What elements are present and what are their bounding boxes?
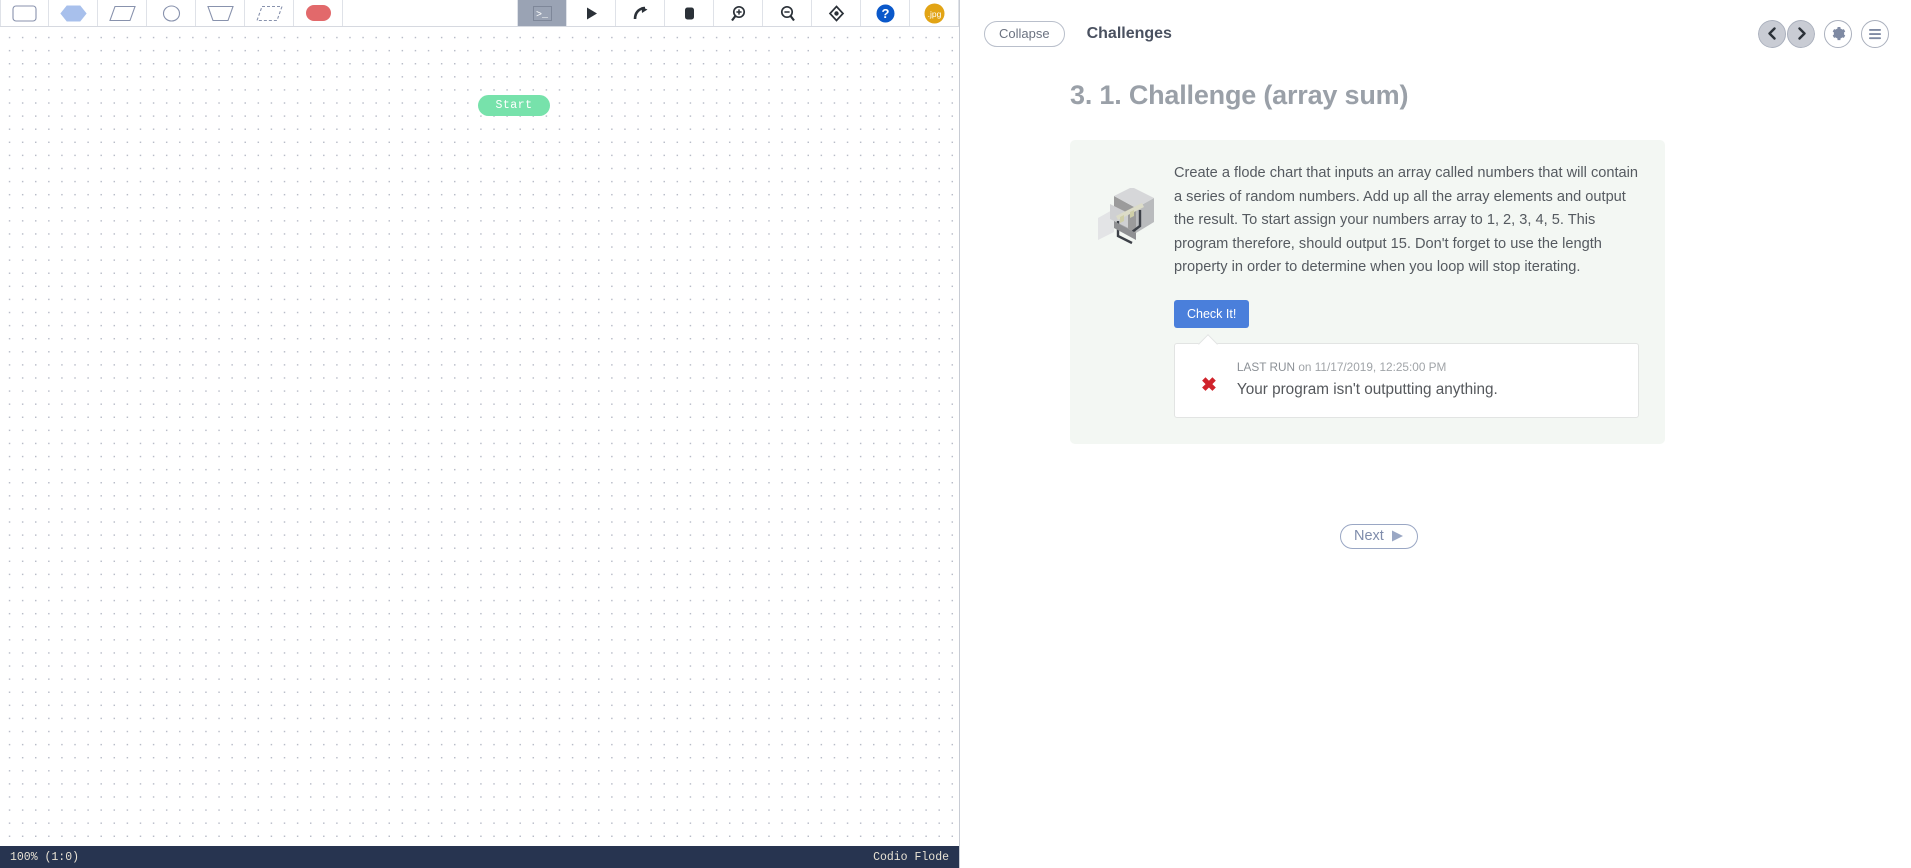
next-challenge-button[interactable] [1787, 19, 1815, 48]
hamburger-menu-icon [1869, 28, 1881, 39]
challenge-result-box: ✖ LAST RUN on 11/17/2019, 12:25:00 PM Yo… [1174, 342, 1639, 418]
jpg-icon: .jpg [924, 3, 944, 23]
start-node[interactable]: Start [478, 95, 550, 116]
comment-shape-tool[interactable] [245, 0, 294, 26]
output-shape-tool[interactable] [196, 0, 245, 26]
step-button[interactable] [616, 0, 665, 26]
svg-text:?: ? [881, 6, 889, 21]
export-jpg-button[interactable]: .jpg [910, 0, 959, 26]
next-button-row: Next [960, 523, 1911, 549]
zoom-in-button[interactable] [714, 0, 763, 26]
collapse-button[interactable]: Collapse [984, 20, 1065, 47]
challenge-card-content: Create a flode chart that inputs an arra… [1174, 162, 1639, 418]
question-mark-icon: ? [876, 4, 894, 22]
play-icon [586, 7, 597, 19]
isometric-room-icon [1098, 187, 1154, 245]
zoom-level-indicator: 100% (1:0) [10, 850, 80, 864]
zoom-out-button[interactable] [763, 0, 812, 26]
last-run-timestamp: 11/17/2019, 12:25:00 PM [1314, 359, 1447, 374]
curved-arrow-icon [633, 6, 647, 19]
next-button-label: Next [1354, 528, 1384, 545]
run-button[interactable] [567, 0, 616, 26]
settings-button[interactable] [1824, 19, 1852, 48]
last-run-label: LAST RUN [1236, 359, 1296, 374]
last-run-meta: LAST RUN on 11/17/2019, 12:25:00 PM [1237, 360, 1498, 374]
magnifier-minus-icon [780, 5, 795, 21]
toolbar-spacer [343, 0, 518, 26]
stop-button[interactable] [665, 0, 714, 26]
red-x-icon: ✖ [1201, 374, 1217, 396]
challenge-title: 3. 1. Challenge (array sum) [1070, 80, 1409, 110]
parallelogram-icon [108, 5, 136, 21]
editor-status-bar: 100% (1:0) Codio Flode [0, 846, 959, 868]
panel-title: Challenges [1086, 24, 1172, 42]
play-triangle-icon [1391, 530, 1403, 542]
challenge-description: Create a flode chart that inputs an arra… [1174, 165, 1639, 276]
end-shape-tool[interactable] [294, 0, 343, 26]
result-details: LAST RUN on 11/17/2019, 12:25:00 PM Your… [1237, 360, 1498, 399]
hexagon-icon [59, 5, 87, 21]
help-button[interactable]: ? [861, 0, 910, 26]
dashed-parallelogram-icon [255, 5, 283, 21]
connector-shape-tool[interactable] [147, 0, 196, 26]
challenges-panel: Collapse Challenges 3. 1. Challenge (arr… [960, 0, 1911, 868]
trapezoid-icon [206, 5, 234, 21]
challenge-card: Create a flode chart that inputs an arra… [1070, 140, 1665, 444]
menu-button[interactable] [1861, 19, 1889, 48]
start-node-label: Start [495, 99, 533, 112]
terminal-icon: >_ [532, 5, 552, 21]
panel-body: 3. 1. Challenge (array sum) Create a flo… [960, 67, 1911, 868]
challenge-illustration [1096, 162, 1158, 418]
process-shape-tool[interactable] [0, 0, 49, 26]
zoom-reset-button[interactable] [812, 0, 861, 26]
stop-square-icon [684, 7, 694, 19]
ellipse-icon [162, 4, 180, 22]
editor-toolbar: >_ ? .jpg [0, 0, 959, 27]
app-brand-label: Codio Flode [873, 850, 949, 864]
result-message: Your program isn't outputting anything. [1236, 380, 1498, 398]
console-button[interactable]: >_ [518, 0, 567, 26]
red-rounded-rectangle-icon [305, 5, 331, 21]
challenge-nav-segmented-control [1758, 19, 1815, 48]
flowchart-canvas[interactable]: Start [0, 27, 959, 846]
check-it-button[interactable]: Check It! [1174, 299, 1250, 328]
svg-text:.jpg: .jpg [927, 9, 941, 19]
input-shape-tool[interactable] [98, 0, 147, 26]
last-run-on: on [1298, 359, 1312, 374]
svg-text:>_: >_ [536, 10, 549, 21]
panel-header-actions [1758, 19, 1889, 48]
gear-icon [1832, 26, 1845, 41]
panel-header: Collapse Challenges [960, 0, 1911, 67]
decision-shape-tool[interactable] [49, 0, 98, 26]
flowchart-editor-pane: >_ ? .jpg Start 100% (1:0) Codio Flode [0, 0, 960, 868]
prev-challenge-button[interactable] [1758, 19, 1786, 48]
chevron-left-icon [1767, 27, 1776, 40]
magnifier-plus-icon [730, 5, 745, 21]
rounded-rectangle-icon [12, 4, 37, 22]
next-button[interactable]: Next [1340, 523, 1418, 549]
chevron-right-icon [1797, 27, 1806, 40]
flode-app-window: >_ ? .jpg Start 100% (1:0) Codio Flode C… [0, 0, 1911, 868]
collapse-button-label: Collapse [999, 26, 1050, 41]
diamond-target-icon [828, 4, 844, 22]
